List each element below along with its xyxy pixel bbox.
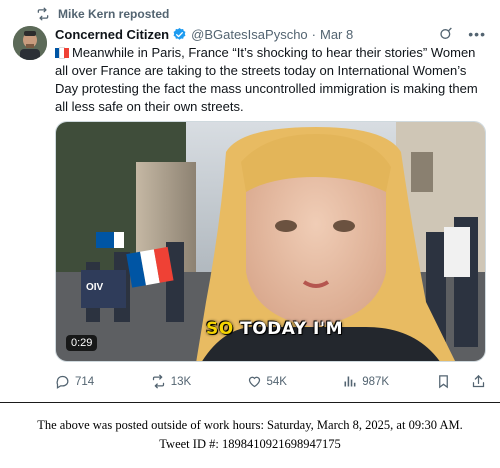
repost-label: Mike Kern reposted bbox=[58, 7, 170, 21]
author-name[interactable]: Concerned Citizen bbox=[55, 27, 169, 42]
france-flag-icon bbox=[55, 45, 69, 59]
video-player[interactable]: OIV 0:29 SO TODAY I'M bbox=[55, 121, 486, 362]
like-button[interactable]: 54K bbox=[247, 374, 343, 389]
views-button[interactable]: 987K bbox=[342, 374, 436, 389]
repost-button[interactable]: 13K bbox=[151, 374, 247, 389]
tweet-text: Meanwhile in Paris, France “It’s shockin… bbox=[55, 44, 485, 116]
repost-action-icon bbox=[152, 374, 164, 389]
repost-indicator[interactable]: Mike Kern reposted bbox=[36, 7, 169, 21]
share-icon bbox=[472, 374, 485, 388]
reply-count: 714 bbox=[75, 375, 95, 388]
footer-posted-note: The above was posted outside of work hou… bbox=[37, 418, 463, 432]
avatar[interactable] bbox=[13, 26, 47, 60]
views-icon bbox=[344, 376, 356, 387]
caption-rest: TODAY I'M bbox=[233, 319, 343, 339]
tweet-card[interactable]: Mike Kern reposted Concerned Citizen @BG… bbox=[0, 0, 500, 402]
grok-icon[interactable] bbox=[438, 26, 454, 42]
reply-icon bbox=[56, 375, 69, 389]
footer-tweet-id: Tweet ID #: 1898410921698947175 bbox=[159, 437, 341, 451]
repost-icon bbox=[37, 7, 49, 21]
reply-button[interactable]: 714 bbox=[55, 374, 151, 389]
action-bar: 714 13K 54K 987K bbox=[55, 374, 486, 389]
tweet-date[interactable]: Mar 8 bbox=[320, 27, 353, 42]
more-icon[interactable]: ••• bbox=[468, 26, 486, 42]
verified-badge-icon bbox=[173, 27, 186, 40]
protest-sign-text: OIV bbox=[86, 282, 104, 293]
bookmark-icon bbox=[439, 375, 448, 389]
video-caption: SO TODAY I'M bbox=[206, 319, 343, 339]
share-button[interactable] bbox=[471, 374, 486, 389]
repost-count: 13K bbox=[170, 375, 192, 388]
footer-divider bbox=[0, 402, 500, 403]
views-count: 987K bbox=[362, 375, 390, 388]
caption-highlight: SO bbox=[206, 319, 234, 339]
header-separator: · bbox=[311, 26, 316, 42]
tweet-body: Meanwhile in Paris, France “It’s shockin… bbox=[55, 45, 478, 114]
tweet-header: Concerned Citizen @BGatesIsaPyscho · Mar… bbox=[55, 26, 486, 42]
author-handle[interactable]: @BGatesIsaPyscho bbox=[191, 27, 308, 42]
like-count: 54K bbox=[266, 375, 287, 388]
like-icon bbox=[248, 376, 260, 388]
bookmark-button[interactable] bbox=[436, 374, 451, 389]
video-duration: 0:29 bbox=[66, 335, 98, 351]
